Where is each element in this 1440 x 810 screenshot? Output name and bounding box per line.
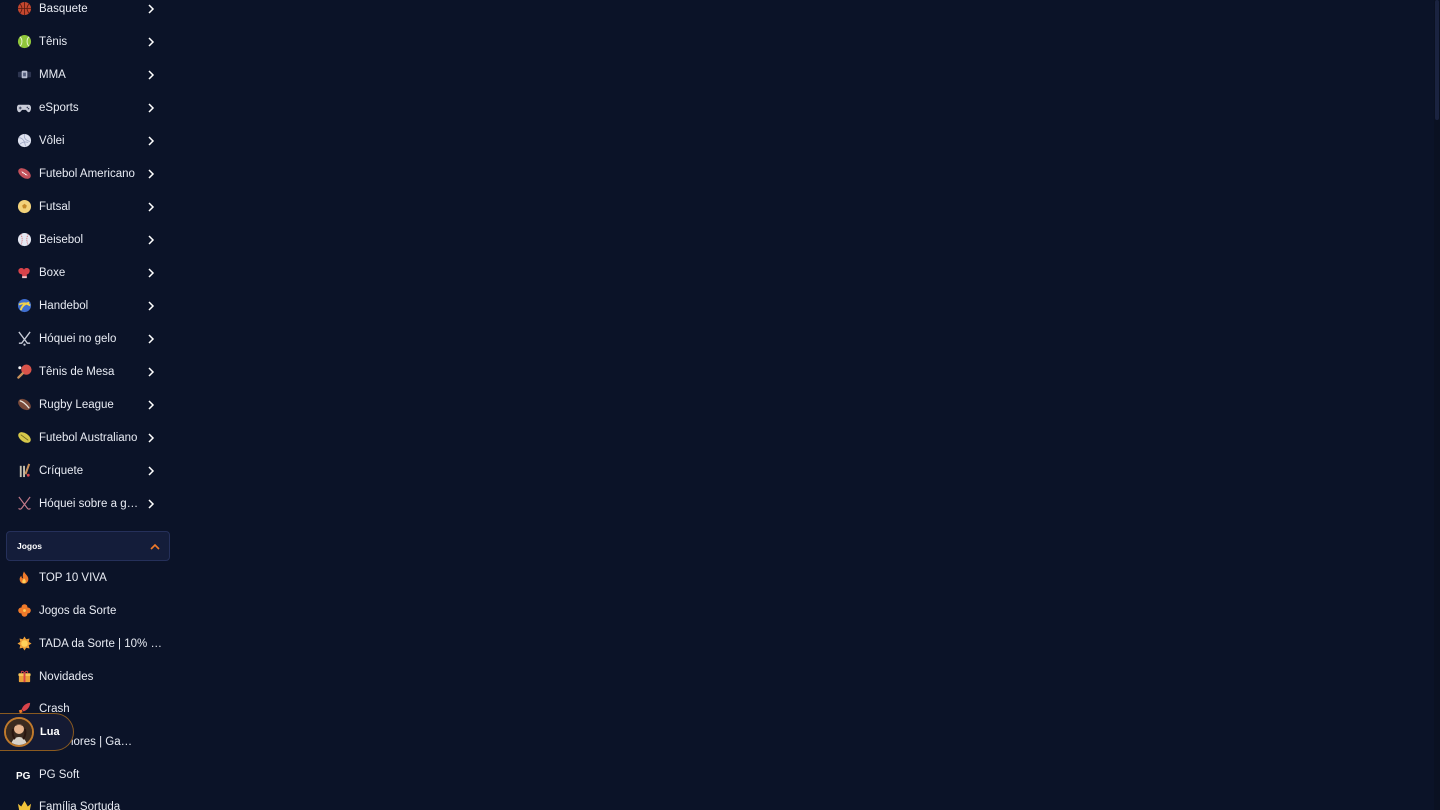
gift-box-icon (16, 669, 32, 685)
sidebar-item-label: Críquete (39, 464, 84, 477)
assistant-chip[interactable]: Lua (0, 713, 74, 751)
sidebar-item-hoquei-no-gelo[interactable]: Hóquei no gelo (0, 322, 170, 355)
chevron-right-icon (146, 135, 156, 146)
sidebar-item-handebol[interactable]: Handebol (0, 289, 170, 322)
futsal-ball-icon (16, 199, 32, 215)
svg-text:PG: PG (16, 771, 31, 781)
sidebar-item-label: Tênis de Mesa (39, 365, 115, 378)
chevron-right-icon (146, 69, 156, 80)
volleyball-icon (16, 133, 32, 149)
sidebar-item-jogos-da-sorte[interactable]: Jogos da Sorte (0, 594, 170, 627)
rugby-ball-icon (16, 397, 32, 413)
chevron-right-icon (146, 201, 156, 212)
sun-badge-icon (16, 636, 32, 652)
sidebar-item-volei[interactable]: Vôlei (0, 124, 170, 157)
sidebar-item-label: Vôlei (39, 134, 65, 147)
chevron-right-icon (146, 432, 156, 443)
sidebar-item-criquete[interactable]: Críquete (0, 454, 170, 487)
chevron-right-icon (146, 36, 156, 47)
sidebar-item-novidades[interactable]: Novidades (0, 660, 170, 693)
gamepad-icon (16, 100, 32, 116)
field-hockey-icon (16, 496, 32, 512)
clover-icon (16, 603, 32, 619)
sidebar-item-tada-da-sorte[interactable]: TADA da Sorte | 10% de… (0, 627, 170, 660)
sidebar-item-futsal[interactable]: Futsal (0, 190, 170, 223)
sidebar-item-label: MMA (39, 68, 66, 81)
sidebar-item-label: eSports (39, 101, 79, 114)
sidebar-item-mma[interactable]: MMA (0, 58, 170, 91)
sidebar: Basquete Tênis MMA eSports Vôlei Futebol… (0, 0, 176, 810)
chevron-right-icon (146, 234, 156, 245)
sidebar-item-label: Handebol (39, 299, 89, 312)
pg-soft-logo-icon: PG (16, 767, 32, 783)
sidebar-item-label: Hóquei sobre a gr… (39, 497, 140, 510)
sidebar-item-label: Futebol Australiano (39, 431, 138, 444)
sidebar-item-label: Beisebol (39, 233, 84, 246)
handball-icon (16, 298, 32, 314)
chevron-right-icon (146, 465, 156, 476)
sidebar-item-basquete[interactable]: Basquete (0, 0, 170, 25)
sidebar-item-label: TOP 10 VIVA (39, 571, 107, 584)
sidebar-item-rugby-league[interactable]: Rugby League (0, 388, 170, 421)
tennis-ball-icon (16, 34, 32, 50)
scrollbar-thumb[interactable] (1435, 0, 1439, 120)
sidebar-item-familia-sortuda[interactable]: Família Sortuda (0, 790, 170, 810)
chevron-right-icon (146, 498, 156, 509)
chevron-right-icon (146, 300, 156, 311)
sidebar-item-pg-soft[interactable]: PG PG Soft (0, 758, 170, 791)
sidebar-item-label: PG Soft (39, 768, 80, 781)
sidebar-item-label: Futsal (39, 200, 71, 213)
american-football-icon (16, 166, 32, 182)
section-title: Jogos (17, 541, 43, 551)
boxing-glove-icon (16, 265, 32, 281)
flame-icon (16, 570, 32, 586)
sidebar-item-boxe[interactable]: Boxe (0, 256, 170, 289)
chevron-right-icon (146, 267, 156, 278)
ping-pong-paddle-icon (16, 364, 32, 380)
basketball-icon (16, 1, 32, 17)
crown-icon (16, 799, 32, 810)
chevron-right-icon (146, 399, 156, 410)
chevron-right-icon (146, 333, 156, 344)
ice-hockey-sticks-icon (16, 331, 32, 347)
sidebar-item-label: Futebol Americano (39, 167, 135, 180)
sidebar-item-label: Família Sortuda (39, 800, 121, 810)
sidebar-item-tenis[interactable]: Tênis (0, 25, 170, 58)
assistant-name: Lua (40, 726, 60, 738)
main-content-area (176, 0, 1440, 810)
sidebar-item-futebol-australiano[interactable]: Futebol Australiano (0, 421, 170, 454)
sidebar-item-label: Novidades (39, 670, 94, 683)
chevron-right-icon (146, 366, 156, 377)
sidebar-item-label: Boxe (39, 266, 66, 279)
sidebar-item-hoquei-sobre-a-grama[interactable]: Hóquei sobre a gr… (0, 487, 170, 520)
sidebar-item-label: Hóquei no gelo (39, 332, 117, 345)
chevron-right-icon (146, 168, 156, 179)
sidebar-item-tenis-de-mesa[interactable]: Tênis de Mesa (0, 355, 170, 388)
sidebar-item-futebol-americano[interactable]: Futebol Americano (0, 157, 170, 190)
avatar-icon (4, 717, 34, 747)
sidebar-item-top10-viva[interactable]: TOP 10 VIVA (0, 561, 170, 594)
sidebar-item-label: Rugby League (39, 398, 114, 411)
page-scrollbar[interactable] (1434, 0, 1440, 810)
sidebar-item-beisebol[interactable]: Beisebol (0, 223, 170, 256)
chevron-up-icon (150, 543, 160, 550)
sidebar-item-label: Basquete (39, 2, 88, 15)
baseball-icon (16, 232, 32, 248)
cricket-icon (16, 463, 32, 479)
sidebar-item-esports[interactable]: eSports (0, 91, 170, 124)
sidebar-item-label: Jogos da Sorte (39, 604, 117, 617)
games-section-header[interactable]: Jogos (6, 531, 170, 561)
chevron-right-icon (146, 102, 156, 113)
sidebar-item-label: TADA da Sorte | 10% de… (39, 637, 163, 650)
aussie-rules-ball-icon (16, 430, 32, 446)
sidebar-item-label: Tênis (39, 35, 68, 48)
mma-belt-icon (16, 67, 32, 83)
chevron-right-icon (146, 3, 156, 14)
